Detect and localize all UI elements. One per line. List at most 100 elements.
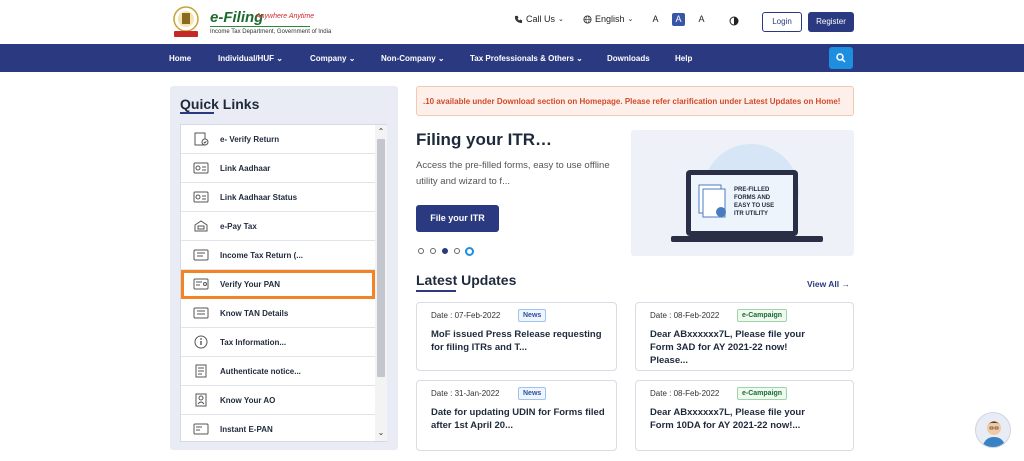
quick-link-instant-e-pan[interactable]: Instant E-PAN (181, 415, 375, 444)
scroll-up-icon[interactable]: ⌃ (375, 126, 387, 138)
chevron-down-icon: ⌄ (627, 16, 634, 23)
language-label: English (595, 14, 625, 24)
announcement-text: .10 available under Download section on … (423, 97, 841, 106)
quick-link-verify-your-pan[interactable]: Verify Your PAN (181, 270, 375, 299)
quick-link-know-tan-details[interactable]: Know TAN Details (181, 299, 375, 328)
update-card[interactable]: Date : 07-Feb-2022 News MoF issued Press… (416, 302, 617, 371)
nav-tax-professionals[interactable]: Tax Professionals & Others ⌄ (470, 54, 583, 63)
update-date: Date : 08-Feb-2022 (650, 389, 720, 398)
pay-tax-icon (194, 220, 208, 232)
nav-help[interactable]: Help (675, 54, 692, 63)
phone-icon (514, 15, 523, 23)
tan-details-icon (193, 307, 209, 319)
quick-links-title: Quick Links (180, 96, 260, 112)
quick-link-e-pay-tax[interactable]: e-Pay Tax (181, 212, 375, 241)
call-us-menu[interactable]: Call Us ⌄ (514, 14, 564, 24)
update-text: MoF issued Press Release requesting for … (431, 329, 602, 353)
view-all-link[interactable]: View All → (807, 279, 850, 289)
officer-icon (195, 393, 207, 407)
carousel-pause-dot[interactable] (465, 247, 474, 256)
quick-link-income-tax-return[interactable]: Income Tax Return (... (181, 241, 375, 270)
font-normal-button[interactable]: A (672, 13, 685, 26)
quick-link-tax-information[interactable]: Tax Information... (181, 328, 375, 357)
e-campaign-badge: e-Campaign (737, 387, 788, 400)
update-text: Dear ABxxxxxx7L, Please file your Form 1… (650, 407, 805, 431)
nav-individual-label: Individual/HUF (218, 54, 274, 63)
aadhaar-status-icon (193, 191, 209, 203)
view-all-label: View All (807, 279, 840, 289)
quick-link-label: Authenticate notice... (220, 367, 301, 376)
register-button[interactable]: Register (808, 12, 854, 32)
quick-link-label: Income Tax Return (... (220, 251, 303, 260)
update-text: Date for updating UDIN for Forms filed a… (431, 407, 605, 431)
quick-links-scrollbar[interactable]: ⌃ ⌄ (375, 125, 387, 441)
quick-link-know-your-ao[interactable]: Know Your AO (181, 386, 375, 415)
quick-link-label: e-Pay Tax (220, 222, 257, 231)
carousel-dot-active[interactable] (442, 248, 448, 254)
scrollbar-thumb[interactable] (377, 139, 385, 377)
update-card[interactable]: Date : 08-Feb-2022 e-Campaign Dear ABxxx… (635, 380, 854, 451)
verify-return-icon (194, 132, 209, 146)
nav-individual-huf[interactable]: Individual/HUF ⌄ (218, 54, 283, 63)
chatbot-avatar[interactable] (975, 412, 1011, 448)
update-date: Date : 07-Feb-2022 (431, 311, 501, 320)
nav-company[interactable]: Company ⌄ (310, 54, 355, 63)
quick-link-label: Link Aadhaar Status (220, 193, 298, 202)
font-increase-button[interactable]: A (695, 13, 708, 26)
quick-link-label: Know Your AO (220, 396, 276, 405)
nav-home[interactable]: Home (169, 54, 191, 63)
search-button[interactable] (829, 47, 853, 69)
news-badge: News (518, 309, 547, 322)
globe-icon (583, 14, 592, 24)
nav-tax-professionals-label: Tax Professionals & Others (470, 54, 574, 63)
hero-title: Filing your ITR… (416, 130, 552, 149)
carousel-dot[interactable] (418, 248, 424, 254)
update-card[interactable]: Date : 31-Jan-2022 News Date for updatin… (416, 380, 617, 451)
scroll-down-icon[interactable]: ⌄ (375, 427, 387, 439)
news-badge: News (518, 387, 547, 400)
login-button[interactable]: Login (762, 12, 802, 32)
carousel-dot[interactable] (454, 248, 460, 254)
nav-non-company[interactable]: Non-Company ⌄ (381, 54, 445, 63)
chevron-down-icon: ⌄ (437, 54, 445, 63)
update-date: Date : 31-Jan-2022 (431, 389, 500, 398)
emblem-icon (173, 6, 199, 37)
aadhaar-card-icon (193, 162, 209, 174)
update-text: Dear ABxxxxxx7L, Please file your Form 3… (650, 329, 805, 366)
nav-non-company-label: Non-Company (381, 54, 436, 63)
nav-downloads[interactable]: Downloads (607, 54, 650, 63)
quick-link-link-aadhaar[interactable]: Link Aadhaar (181, 154, 375, 183)
chevron-down-icon: ⌄ (348, 54, 356, 63)
quick-links-panel: Quick Links e- Verify Return Link Aadhaa… (170, 86, 398, 450)
chevron-down-icon: ⌄ (276, 54, 283, 63)
quick-link-label: Verify Your PAN (220, 280, 281, 289)
contrast-icon[interactable] (729, 16, 739, 26)
banner-text-line: EASY TO USE (734, 203, 774, 209)
pan-card-icon (193, 278, 209, 290)
efiling-logo[interactable]: e-Filing Anywhere Anytime Income Tax Dep… (170, 5, 331, 39)
nav-company-label: Company (310, 54, 347, 63)
chevron-down-icon: ⌄ (576, 54, 583, 63)
main-nav: Home Individual/HUF ⌄ Company ⌄ Non-Comp… (0, 44, 1024, 72)
quick-links-list: e- Verify Return Link Aadhaar Link Aadha… (180, 124, 387, 442)
banner-text-line: ITR UTILITY (734, 211, 768, 217)
quick-link-e-verify-return[interactable]: e- Verify Return (181, 125, 375, 154)
file-itr-button[interactable]: File your ITR (416, 205, 499, 232)
logo-subtitle: Income Tax Department, Government of Ind… (210, 29, 332, 35)
banner-text-line: PRE-FILLED (734, 187, 770, 193)
carousel-indicators (418, 247, 478, 257)
logo-divider (210, 26, 310, 27)
quick-link-label: e- Verify Return (220, 135, 280, 144)
announcement-ticker[interactable]: .10 available under Download section on … (416, 86, 854, 116)
arrow-right-icon: → (841, 279, 851, 289)
language-select[interactable]: English ⌄ (583, 14, 633, 24)
title-underline (180, 112, 214, 114)
notice-icon (195, 364, 207, 378)
quick-link-authenticate-notice[interactable]: Authenticate notice... (181, 357, 375, 386)
latest-updates-title: Latest Updates (416, 272, 517, 288)
quick-link-label: Link Aadhaar (220, 164, 271, 173)
update-card[interactable]: Date : 08-Feb-2022 e-Campaign Dear ABxxx… (635, 302, 854, 371)
carousel-dot[interactable] (430, 248, 436, 254)
font-decrease-button[interactable]: A (649, 13, 662, 26)
quick-link-link-aadhaar-status[interactable]: Link Aadhaar Status (181, 183, 375, 212)
